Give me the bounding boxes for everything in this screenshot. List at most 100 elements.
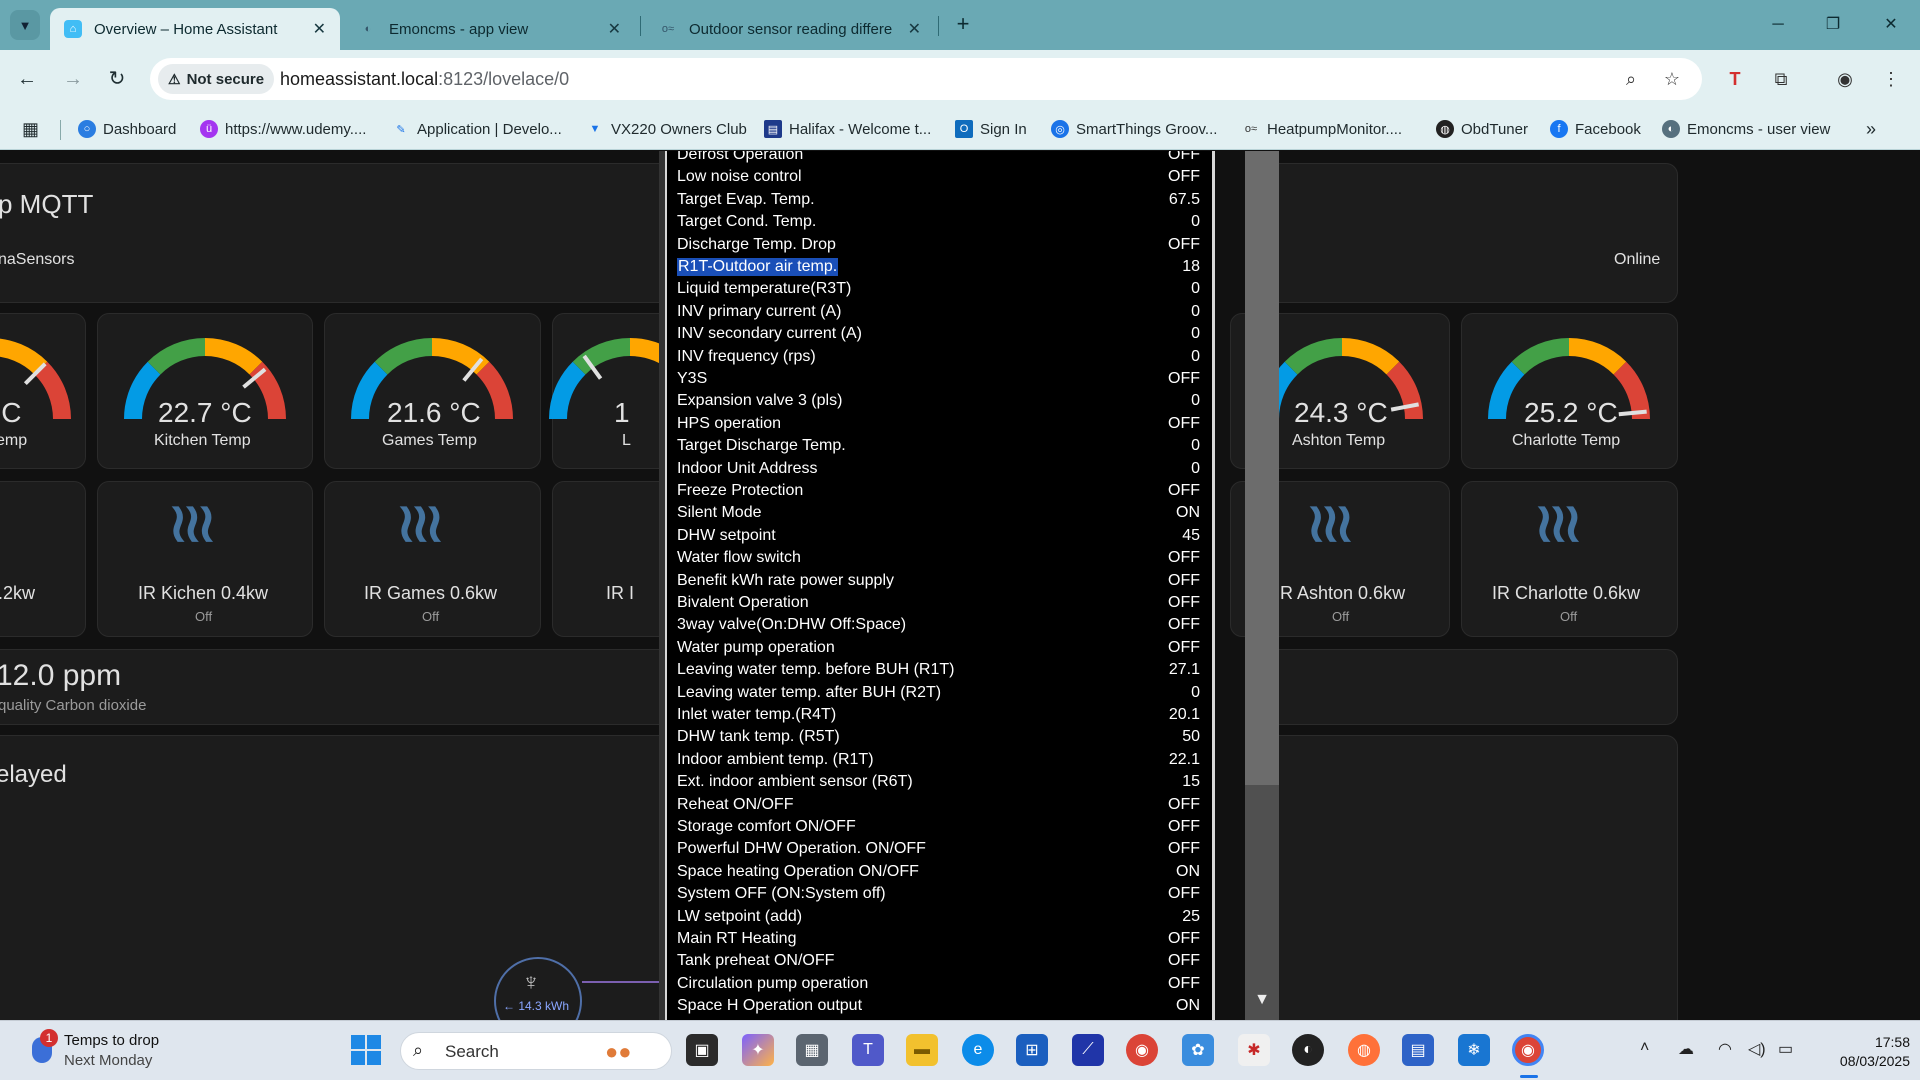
wifi-icon[interactable]: ◠ [1718,1039,1732,1059]
list-item[interactable]: Target Evap. Temp. 67.5 [667,189,1212,211]
bookmark-smartthings[interactable]: ◎ SmartThings Groov... [1051,118,1217,140]
list-item[interactable]: R1T-Outdoor air temp. 18 [667,256,1212,278]
back-button[interactable]: ← [12,64,42,94]
photos-icon[interactable]: ✿ [1182,1034,1214,1066]
system-clock[interactable]: 17:58 08/03/2025 [1810,1033,1910,1071]
list-item[interactable]: Defrost Operation OFF [667,151,1212,166]
zoom-icon[interactable]: ⌕ [1619,67,1643,91]
file-explorer-icon[interactable]: ▬ [906,1034,938,1066]
copilot-icon[interactable]: ✦ [742,1034,774,1066]
snowflake-icon[interactable]: ❄ [1458,1034,1490,1066]
list-item[interactable]: Leaving water temp. after BUH (R2T) 0 [667,682,1212,704]
teams-icon[interactable]: T [852,1034,884,1066]
bookmark-dashboard[interactable]: ○ Dashboard [78,118,176,140]
close-window-button[interactable]: ✕ [1868,10,1914,40]
list-item[interactable]: Reheat ON/OFF OFF [667,794,1212,816]
list-item[interactable]: HPS operation OFF [667,413,1212,435]
new-tab-button[interactable]: + [950,12,976,38]
url-text[interactable]: homeassistant.local:8123/lovelace/0 [280,69,569,90]
chrome-active-icon[interactable]: ◉ [1512,1034,1544,1066]
list-item[interactable]: Ext. indoor ambient sensor (R6T) 15 [667,771,1212,793]
list-item[interactable]: Liquid temperature(R3T) 0 [667,278,1212,300]
list-item[interactable]: 3way valve(On:DHW Off:Space) OFF [667,614,1212,636]
list-item[interactable]: Water pump operation OFF [667,637,1212,659]
calculator-icon[interactable]: ▦ [796,1034,828,1066]
list-item[interactable]: Benefit kWh rate power supply OFF [667,570,1212,592]
dropdown-list-popup[interactable]: Defrost Operation OFF Low noise control OFF… [659,151,1279,1020]
list-item[interactable]: Bivalent Operation OFF [667,592,1212,614]
weather-title[interactable]: Temps to drop [64,1032,159,1049]
weather-widget[interactable]: 1 [28,1029,58,1069]
profile-avatar[interactable]: ◉ [1830,64,1860,94]
list-item[interactable]: Main RT Heating OFF [667,928,1212,950]
reload-button[interactable]: ↻ [102,64,132,94]
show-hidden-icons-icon[interactable]: ˄ [1640,1039,1649,1057]
sensor-list[interactable]: Defrost Operation OFF Low noise control OFF… [665,151,1215,1020]
bookmark-star-icon[interactable]: ☆ [1660,67,1684,91]
list-item[interactable]: Low noise control OFF [667,166,1212,188]
list-item[interactable]: System OFF (ON:System off) OFF [667,883,1212,905]
list-item[interactable]: Discharge Temp. Drop OFF [667,234,1212,256]
list-item[interactable]: INV primary current (A) 0 [667,301,1212,323]
bookmark-sign-in[interactable]: O Sign In [955,118,1027,140]
list-item[interactable]: Powerful DHW Operation. ON/OFF OFF [667,838,1212,860]
bookmark-application[interactable]: ✎ Application | Develo... [392,118,561,140]
app-icon[interactable]: ◐ [1292,1034,1324,1066]
store-icon[interactable]: ⊞ [1016,1034,1048,1066]
bookmark-heatpumpmonitor[interactable]: o≈ HeatpumpMonitor.... [1242,118,1402,140]
task-view-icon[interactable]: ▣ [686,1034,718,1066]
apps-icon[interactable]: ▦ [22,118,39,140]
tab-emoncms[interactable]: ◐ Emoncms - app view ✕ [345,8,635,50]
taskbar-search[interactable]: ⌕ Search ●● [400,1032,672,1070]
heater-button[interactable] [0,481,86,637]
bookmark-halifax[interactable]: ▤ Halifax - Welcome t... [764,118,931,140]
onedrive-icon[interactable]: ☁ [1678,1039,1694,1059]
list-item[interactable]: Silent Mode ON [667,502,1212,524]
tab-search-button[interactable]: ▼ [10,10,40,40]
tesla-extension-icon[interactable]: T [1720,64,1750,94]
site-info-chip[interactable]: ⚠ Not secure [158,64,275,94]
list-item[interactable]: INV frequency (rps) 0 [667,346,1212,368]
list-item[interactable]: Space H Operation output ON [667,995,1212,1017]
sericus-icon[interactable]: ✱ [1238,1034,1270,1066]
windows-start-icon[interactable] [350,1034,382,1066]
firefox-icon[interactable]: ◍ [1348,1034,1380,1066]
list-item[interactable]: Expansion valve 3 (pls) 0 [667,390,1212,412]
list-item[interactable]: Freeze Protection OFF [667,480,1212,502]
bookmark-vx220[interactable]: ▼ VX220 Owners Club [586,118,747,140]
bookmark-facebook[interactable]: f Facebook [1550,118,1641,140]
list-item[interactable]: Y3S OFF [667,368,1212,390]
bookmark-udemy[interactable]: ü https://www.udemy.... [200,118,366,140]
list-item[interactable]: INV secondary current (A) 0 [667,323,1212,345]
chrome-icon[interactable]: ◉ [1126,1034,1158,1066]
tab-home-assistant[interactable]: ⌂ Overview – Home Assistant ✕ [50,8,340,50]
list-item[interactable]: LW setpoint (add) 25 [667,906,1212,928]
list-item[interactable]: Target Discharge Temp. 0 [667,435,1212,457]
list-item[interactable]: Inlet water temp.(R4T) 20.1 [667,704,1212,726]
address-bar[interactable]: ⚠ Not secure homeassistant.local:8123/lo… [150,58,1702,100]
minimize-button[interactable]: ─ [1755,10,1801,40]
document-icon[interactable]: ▤ [1402,1034,1434,1066]
list-item[interactable]: Indoor ambient temp. (R1T) 22.1 [667,749,1212,771]
edge-icon[interactable]: e [962,1034,994,1066]
scroll-down-arrow-icon[interactable]: ▼ [1245,985,1279,1015]
close-tab-icon[interactable]: ✕ [313,19,326,39]
list-item[interactable]: Tank preheat ON/OFF OFF [667,950,1212,972]
list-item[interactable]: DHW tank temp. (R5T) 50 [667,726,1212,748]
close-tab-icon[interactable]: ✕ [608,19,621,39]
bookmark-emoncms[interactable]: ◐ Emoncms - user view [1662,118,1830,140]
list-item[interactable]: Leaving water temp. before BUH (R1T) 27.1 [667,659,1212,681]
more-bookmarks-icon[interactable]: » [1866,118,1876,140]
list-item[interactable]: DHW setpoint 45 [667,525,1212,547]
list-item[interactable]: Target Cond. Temp. 0 [667,211,1212,233]
forward-button[interactable]: → [58,64,88,94]
list-item[interactable]: Indoor Unit Address 0 [667,458,1212,480]
list-item[interactable]: Storage comfort ON/OFF OFF [667,816,1212,838]
battery-icon[interactable]: ▭ [1778,1039,1793,1059]
tab-outdoor-sensor[interactable]: o≈ Outdoor sensor reading differe ✕ [645,8,935,50]
list-item[interactable]: Space heating Operation ON/OFF ON [667,861,1212,883]
popup-scrollbar-thumb[interactable] [1245,151,1279,785]
list-item[interactable]: Water flow switch OFF [667,547,1212,569]
volume-icon[interactable]: ◁) [1748,1039,1766,1059]
restore-button[interactable]: ❐ [1810,10,1856,40]
